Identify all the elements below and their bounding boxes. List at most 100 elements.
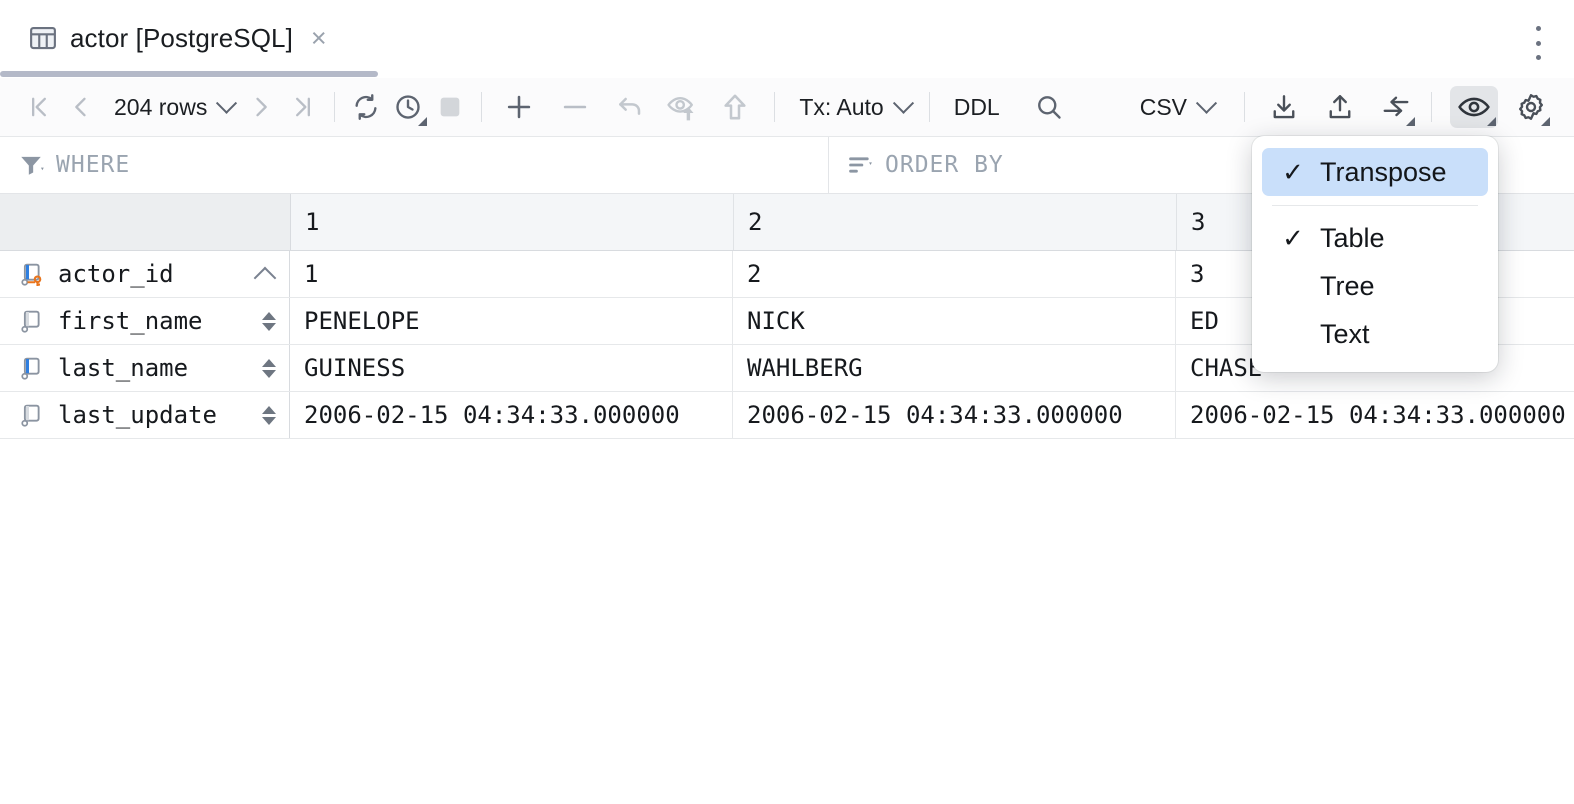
grid-cell[interactable]: 1 xyxy=(290,251,733,297)
download-icon[interactable] xyxy=(1263,86,1305,128)
tab-actor[interactable]: actor [PostgreSQL] × xyxy=(18,12,337,64)
cell-value: 2 xyxy=(747,260,761,288)
menu-item-label: Tree xyxy=(1320,271,1375,302)
row-count-label: 204 rows xyxy=(108,94,213,121)
filter-funnel-icon[interactable] xyxy=(18,152,44,178)
grid-cell[interactable]: NICK xyxy=(733,298,1176,344)
where-placeholder: WHERE xyxy=(56,152,130,178)
cell-value: 3 xyxy=(1190,260,1204,288)
sort-toggle-icon[interactable] xyxy=(261,406,277,425)
menu-item-transpose[interactable]: ✓ Transpose xyxy=(1262,148,1488,196)
cell-value: PENELOPE xyxy=(304,307,420,335)
sort-toggle-icon[interactable] xyxy=(261,359,277,378)
history-clock-icon[interactable] xyxy=(387,86,429,128)
check-icon: ✓ xyxy=(1280,159,1306,185)
data-transfer-icon[interactable] xyxy=(1375,86,1417,128)
menu-item-label: Transpose xyxy=(1320,157,1447,188)
chevron-down-icon xyxy=(893,92,914,113)
column-icon xyxy=(18,400,48,430)
row-header-label: actor_id xyxy=(58,260,245,288)
grid-cell[interactable]: GUINESS xyxy=(290,345,733,391)
cell-value: ED xyxy=(1190,307,1219,335)
column-icon xyxy=(18,306,48,336)
column-indexed-icon xyxy=(18,353,48,383)
dropdown-caret-icon xyxy=(418,117,427,126)
row-header-actor-id[interactable]: actor_id xyxy=(0,251,290,297)
output-format-label: CSV xyxy=(1134,94,1193,121)
preview-pending-changes-icon[interactable] xyxy=(662,86,704,128)
more-options-icon[interactable] xyxy=(1526,22,1550,64)
row-header-first-name[interactable]: first_name xyxy=(0,298,290,344)
sort-order-icon[interactable] xyxy=(847,152,873,178)
grid-cell[interactable]: 2006-02-15 04:34:33.000000 xyxy=(1176,392,1574,438)
add-row-icon[interactable] xyxy=(498,86,540,128)
cell-value: GUINESS xyxy=(304,354,405,382)
column-header-1[interactable]: 1 xyxy=(291,194,734,250)
transaction-mode-label: Tx: Auto xyxy=(793,94,889,121)
revert-selection-icon[interactable] xyxy=(610,86,652,128)
data-editor-window: actor [PostgreSQL] × 204 rows xyxy=(0,0,1574,804)
menu-item-label: Table xyxy=(1320,223,1385,254)
column-header-label: 3 xyxy=(1191,208,1205,236)
delete-row-icon[interactable] xyxy=(554,86,596,128)
menu-item-tree[interactable]: ✓ Tree xyxy=(1262,262,1488,310)
search-icon[interactable] xyxy=(1028,86,1070,128)
gear-icon[interactable] xyxy=(1510,86,1552,128)
row-header-label: last_name xyxy=(58,354,251,382)
eye-view-options-icon[interactable] xyxy=(1450,86,1498,128)
output-format-dropdown[interactable]: CSV xyxy=(1126,86,1222,128)
transaction-mode-dropdown[interactable]: Tx: Auto xyxy=(785,86,918,128)
submit-changes-icon[interactable] xyxy=(714,86,756,128)
view-options-menu: ✓ Transpose ✓ Table ✓ Tree ✓ Text xyxy=(1252,136,1498,372)
tab-bar: actor [PostgreSQL] × xyxy=(0,0,1574,78)
next-page-icon[interactable] xyxy=(240,86,282,128)
column-header-2[interactable]: 2 xyxy=(734,194,1177,250)
grid-corner-cell xyxy=(0,194,291,250)
cell-value: 2006-02-15 04:34:33.000000 xyxy=(304,401,680,429)
toolbar-divider xyxy=(1244,92,1245,122)
row-header-last-name[interactable]: last_name xyxy=(0,345,290,391)
reload-icon[interactable] xyxy=(345,86,387,128)
stop-icon[interactable] xyxy=(429,86,471,128)
previous-page-icon[interactable] xyxy=(60,86,102,128)
check-icon: ✓ xyxy=(1280,225,1306,251)
row-count-dropdown[interactable]: 204 rows xyxy=(102,86,240,128)
last-page-icon[interactable] xyxy=(282,86,324,128)
dropdown-caret-icon xyxy=(1406,117,1415,126)
grid-cell[interactable]: 2006-02-15 04:34:33.000000 xyxy=(290,392,733,438)
first-page-icon[interactable] xyxy=(18,86,60,128)
ddl-label: DDL xyxy=(948,94,1006,121)
check-icon-placeholder: ✓ xyxy=(1280,273,1306,299)
column-primary-key-icon xyxy=(18,259,48,289)
toolbar-divider xyxy=(774,92,775,122)
tab-title: actor [PostgreSQL] xyxy=(70,23,293,54)
grid-cell[interactable]: 2006-02-15 04:34:33.000000 xyxy=(733,392,1176,438)
order-by-placeholder: ORDER BY xyxy=(885,152,1004,178)
check-icon-placeholder: ✓ xyxy=(1280,321,1306,347)
column-header-label: 2 xyxy=(748,208,762,236)
ddl-button[interactable]: DDL xyxy=(940,86,1014,128)
upload-icon[interactable] xyxy=(1319,86,1361,128)
result-toolbar: 204 rows xyxy=(0,78,1574,137)
where-filter-input[interactable]: WHERE xyxy=(0,137,829,193)
grid-cell[interactable]: PENELOPE xyxy=(290,298,733,344)
table-row: last_update 2006-02-15 04:34:33.000000 2… xyxy=(0,392,1574,439)
sort-toggle-icon[interactable] xyxy=(261,312,277,331)
dropdown-caret-icon xyxy=(1541,117,1550,126)
sort-ascending-icon[interactable] xyxy=(255,263,277,285)
row-header-last-update[interactable]: last_update xyxy=(0,392,290,438)
menu-item-label: Text xyxy=(1320,319,1370,350)
row-header-label: last_update xyxy=(58,401,251,429)
toolbar-divider xyxy=(929,92,930,122)
close-icon[interactable]: × xyxy=(311,25,327,52)
menu-item-text[interactable]: ✓ Text xyxy=(1262,310,1488,358)
grid-cell[interactable]: 2 xyxy=(733,251,1176,297)
column-header-label: 1 xyxy=(305,208,319,236)
toolbar-divider xyxy=(334,92,335,122)
row-header-label: first_name xyxy=(58,307,251,335)
chevron-down-icon xyxy=(216,92,237,113)
menu-item-table[interactable]: ✓ Table xyxy=(1262,214,1488,262)
grid-cell[interactable]: WAHLBERG xyxy=(733,345,1176,391)
cell-value: 1 xyxy=(304,260,318,288)
dropdown-caret-icon xyxy=(1487,117,1496,126)
